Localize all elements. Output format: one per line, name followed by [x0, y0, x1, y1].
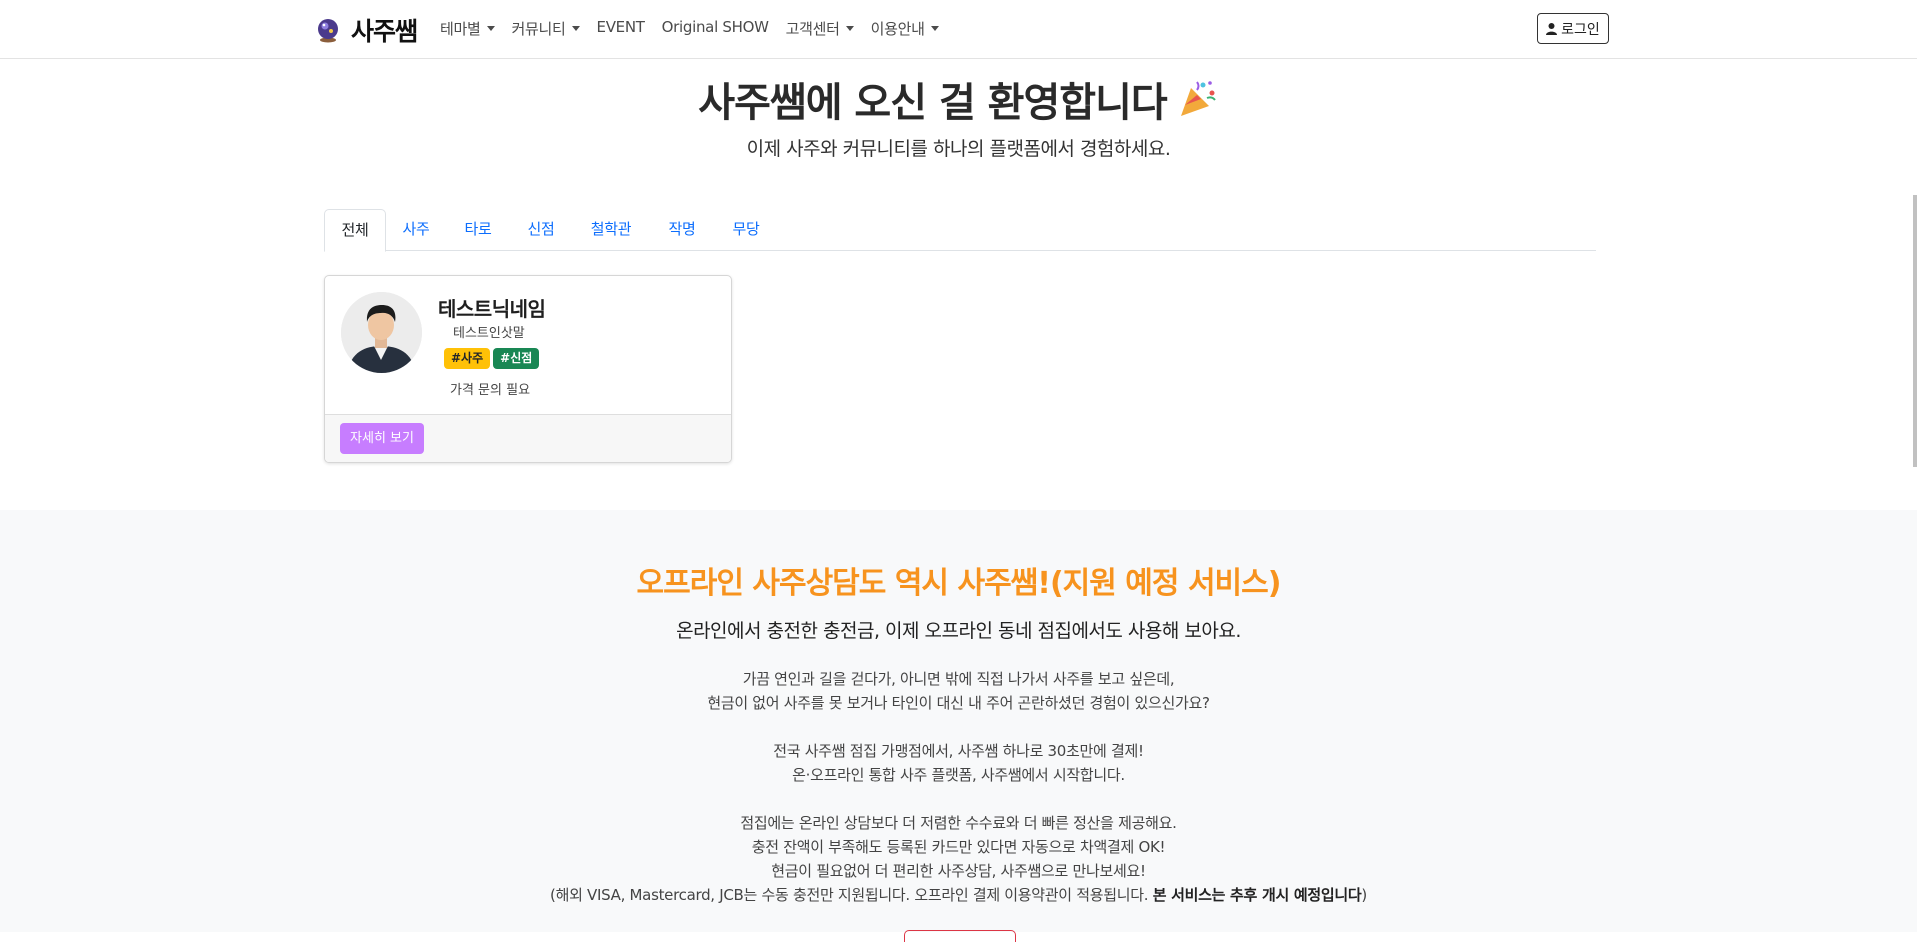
nav-item-theme[interactable]: 테마별 [440, 18, 495, 39]
hero-subtitle: 이제 사주와 커뮤니티를 하나의 플랫폼에서 경험하세요. [746, 138, 1171, 160]
tag-list: #사주 #신점 [444, 348, 542, 369]
nav-item-label: 고객센터 [785, 20, 840, 38]
service-note: (해외 VISA, Mastercard, JCB는 수동 충전만 지원됩니다.… [0, 883, 1917, 907]
counselor-name: 테스트닉네임 [438, 297, 546, 321]
hero-title: 사주쌤에 오신 걸 환영합니다 [0, 70, 1917, 128]
counselor-intro: 테스트인삿말 [453, 326, 525, 341]
counselor-price: 가격 문의 필요 [450, 383, 531, 398]
view-details-button[interactable]: 자세히 보기 [340, 423, 424, 454]
brand-link[interactable]: 사주쌤 [315, 12, 418, 48]
counselor-card: 테스트닉네임 테스트인삿말 #사주 #신점 가격 문의 필요 자세히 보기 [324, 275, 732, 463]
navbar-container: 사주쌤 테마별 커뮤니티 EVENT Original SHOW 고객센터 이용… [313, 0, 1609, 58]
offline-description: 가끔 연인과 길을 걷다가, 아니면 밖에 직접 나가서 사주를 보고 싶은데,… [0, 667, 1917, 907]
card-footer: 자세히 보기 [325, 414, 731, 462]
offline-title: 오프라인 사주상담도 역시 사주쌤!(지원 예정 서비스) [636, 566, 1282, 601]
desc-line: 온·오프라인 통합 사주 플랫폼, 사주쌤에서 시작합니다. [792, 766, 1125, 784]
desc-line: 충전 잔액이 부족해도 등록된 카드만 있다면 자동으로 차액결제 OK! [751, 838, 1166, 856]
party-popper-icon [1180, 81, 1216, 116]
login-label: 로그인 [1561, 21, 1600, 38]
nav-item-label: Original SHOW [661, 18, 769, 36]
tag-badge-sinjeom: #신점 [493, 348, 540, 369]
tab-tarot[interactable]: 타로 [453, 209, 503, 251]
tab-sinjeom[interactable]: 신점 [516, 209, 566, 251]
nav-item-original-show[interactable]: Original SHOW [662, 18, 769, 39]
person-icon [1546, 22, 1558, 35]
avatar[interactable] [341, 292, 422, 373]
tab-saju[interactable]: 사주 [391, 209, 441, 251]
top-navbar: 사주쌤 테마별 커뮤니티 EVENT Original SHOW 고객센터 이용… [0, 0, 1917, 59]
profile-photo [341, 292, 422, 373]
page-scrollbar[interactable] [1913, 195, 1917, 467]
hero-title-text: 사주쌤에 오신 걸 환영합니다 [698, 80, 1167, 126]
nav-item-label: 커뮤니티 [511, 20, 566, 38]
note-suffix: ) [1361, 886, 1367, 904]
caret-down-icon [930, 26, 939, 31]
category-tabs: 전체 사주 타로 신점 철학관 작명 무당 [324, 209, 1596, 252]
desc-line: 가끔 연인과 길을 걷다가, 아니면 밖에 직접 나가서 사주를 보고 싶은데, [742, 670, 1175, 688]
caret-down-icon [571, 26, 580, 31]
nav-item-label: 테마별 [440, 20, 481, 38]
brand-name: 사주쌤 [351, 17, 418, 46]
offline-section: 오프라인 사주상담도 역시 사주쌤!(지원 예정 서비스) 온라인에서 충전한 … [0, 510, 1917, 942]
desc-line: 현금이 필요없어 더 편리한 사주상담, 사주쌤으로 만나보세요! [771, 862, 1146, 880]
nav-item-guide[interactable]: 이용안내 [871, 18, 939, 39]
nav-item-event[interactable]: EVENT [597, 18, 645, 39]
nav-item-community[interactable]: 커뮤니티 [512, 18, 580, 39]
tab-naming[interactable]: 작명 [657, 209, 707, 251]
desc-line: 점집에는 온라인 상담보다 더 저렴한 수수료와 더 빠른 정산을 제공해요. [740, 814, 1177, 832]
nav-item-label: 이용안내 [870, 20, 925, 38]
desc-line: 전국 사주쌤 점집 가맹점에서, 사주쌤 하나로 30초만에 결제! [773, 742, 1144, 760]
crystal-ball-icon [318, 19, 338, 43]
login-button[interactable]: 로그인 [1537, 13, 1609, 44]
caret-down-icon [486, 26, 495, 31]
tab-philosophy[interactable]: 철학관 [580, 209, 642, 251]
tab-mudang[interactable]: 무당 [721, 209, 771, 251]
tag-badge-saju: #사주 [444, 348, 491, 369]
note-bold: 본 서비스는 추후 개시 예정입니다 [1152, 886, 1362, 904]
nav-menu: 테마별 커뮤니티 EVENT Original SHOW 고객센터 이용안내 [440, 18, 956, 39]
tab-all[interactable]: 전체 [324, 209, 386, 252]
nav-item-customer-center[interactable]: 고객센터 [786, 18, 854, 39]
nav-item-label: EVENT [596, 18, 645, 36]
offline-subtitle: 온라인에서 충전한 충전금, 이제 오프라인 동네 점집에서도 사용해 보아요. [676, 620, 1241, 642]
caret-down-icon [845, 26, 854, 31]
desc-line: 현금이 없어 사주를 못 보거나 타인이 대신 내 주어 곤란하셨던 경험이 있… [707, 694, 1210, 712]
note-prefix: (해외 VISA, Mastercard, JCB는 수동 충전만 지원됩니다.… [550, 886, 1153, 904]
